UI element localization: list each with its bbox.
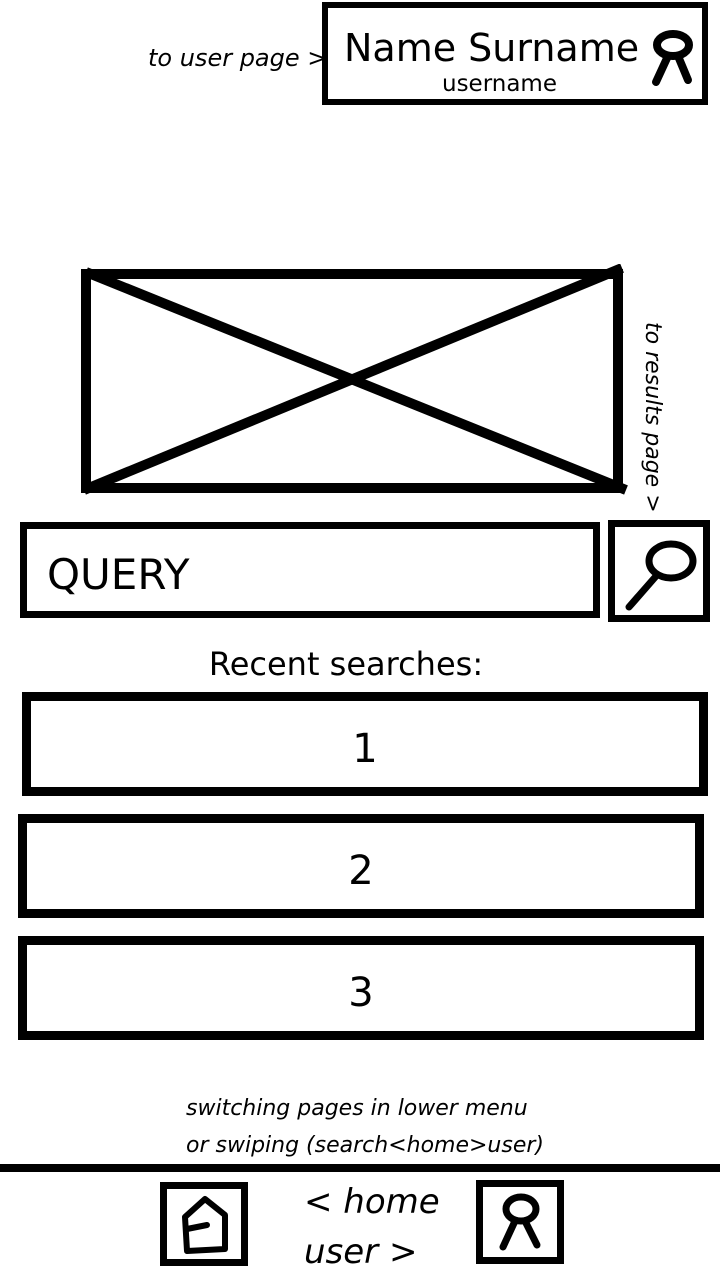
nav-home-button[interactable] bbox=[160, 1182, 248, 1266]
nav-home-label[interactable]: < home bbox=[304, 1182, 440, 1222]
profile-card[interactable]: Name Surname username bbox=[322, 2, 708, 105]
recent-search-label: 3 bbox=[348, 970, 374, 1016]
recent-searches-title: Recent searches: bbox=[208, 645, 484, 683]
bottom-nav-divider bbox=[0, 1164, 720, 1172]
profile-name: Name Surname bbox=[344, 26, 640, 70]
search-icon bbox=[625, 540, 697, 611]
nav-user-label[interactable]: user > bbox=[304, 1232, 417, 1272]
search-input[interactable]: QUERY bbox=[20, 522, 600, 618]
to-user-page-note: to user page > bbox=[148, 44, 328, 72]
recent-search-item[interactable]: 2 bbox=[18, 814, 704, 918]
recent-search-item[interactable]: 3 bbox=[18, 936, 704, 1040]
profile-username: username bbox=[442, 71, 557, 97]
recent-search-label: 2 bbox=[348, 848, 374, 894]
search-button[interactable] bbox=[608, 520, 710, 622]
nav-user-button[interactable] bbox=[476, 1180, 564, 1264]
home-icon bbox=[182, 1196, 228, 1254]
search-page: to user page > Name Surname username to … bbox=[0, 0, 720, 1280]
to-results-page-note: to results page > bbox=[640, 322, 665, 513]
switching-note-line2: or swiping (search<home>user) bbox=[186, 1133, 544, 1158]
search-query-text: QUERY bbox=[47, 550, 190, 599]
recent-search-label: 1 bbox=[352, 726, 378, 772]
user-icon bbox=[499, 1193, 541, 1251]
image-placeholder-icon bbox=[78, 263, 634, 500]
switching-note-line1: switching pages in lower menu bbox=[186, 1096, 528, 1121]
switching-pages-note: switching pages in lower menu or swiping… bbox=[186, 1090, 566, 1164]
recent-search-item[interactable]: 1 bbox=[22, 692, 708, 796]
user-icon bbox=[650, 30, 696, 94]
